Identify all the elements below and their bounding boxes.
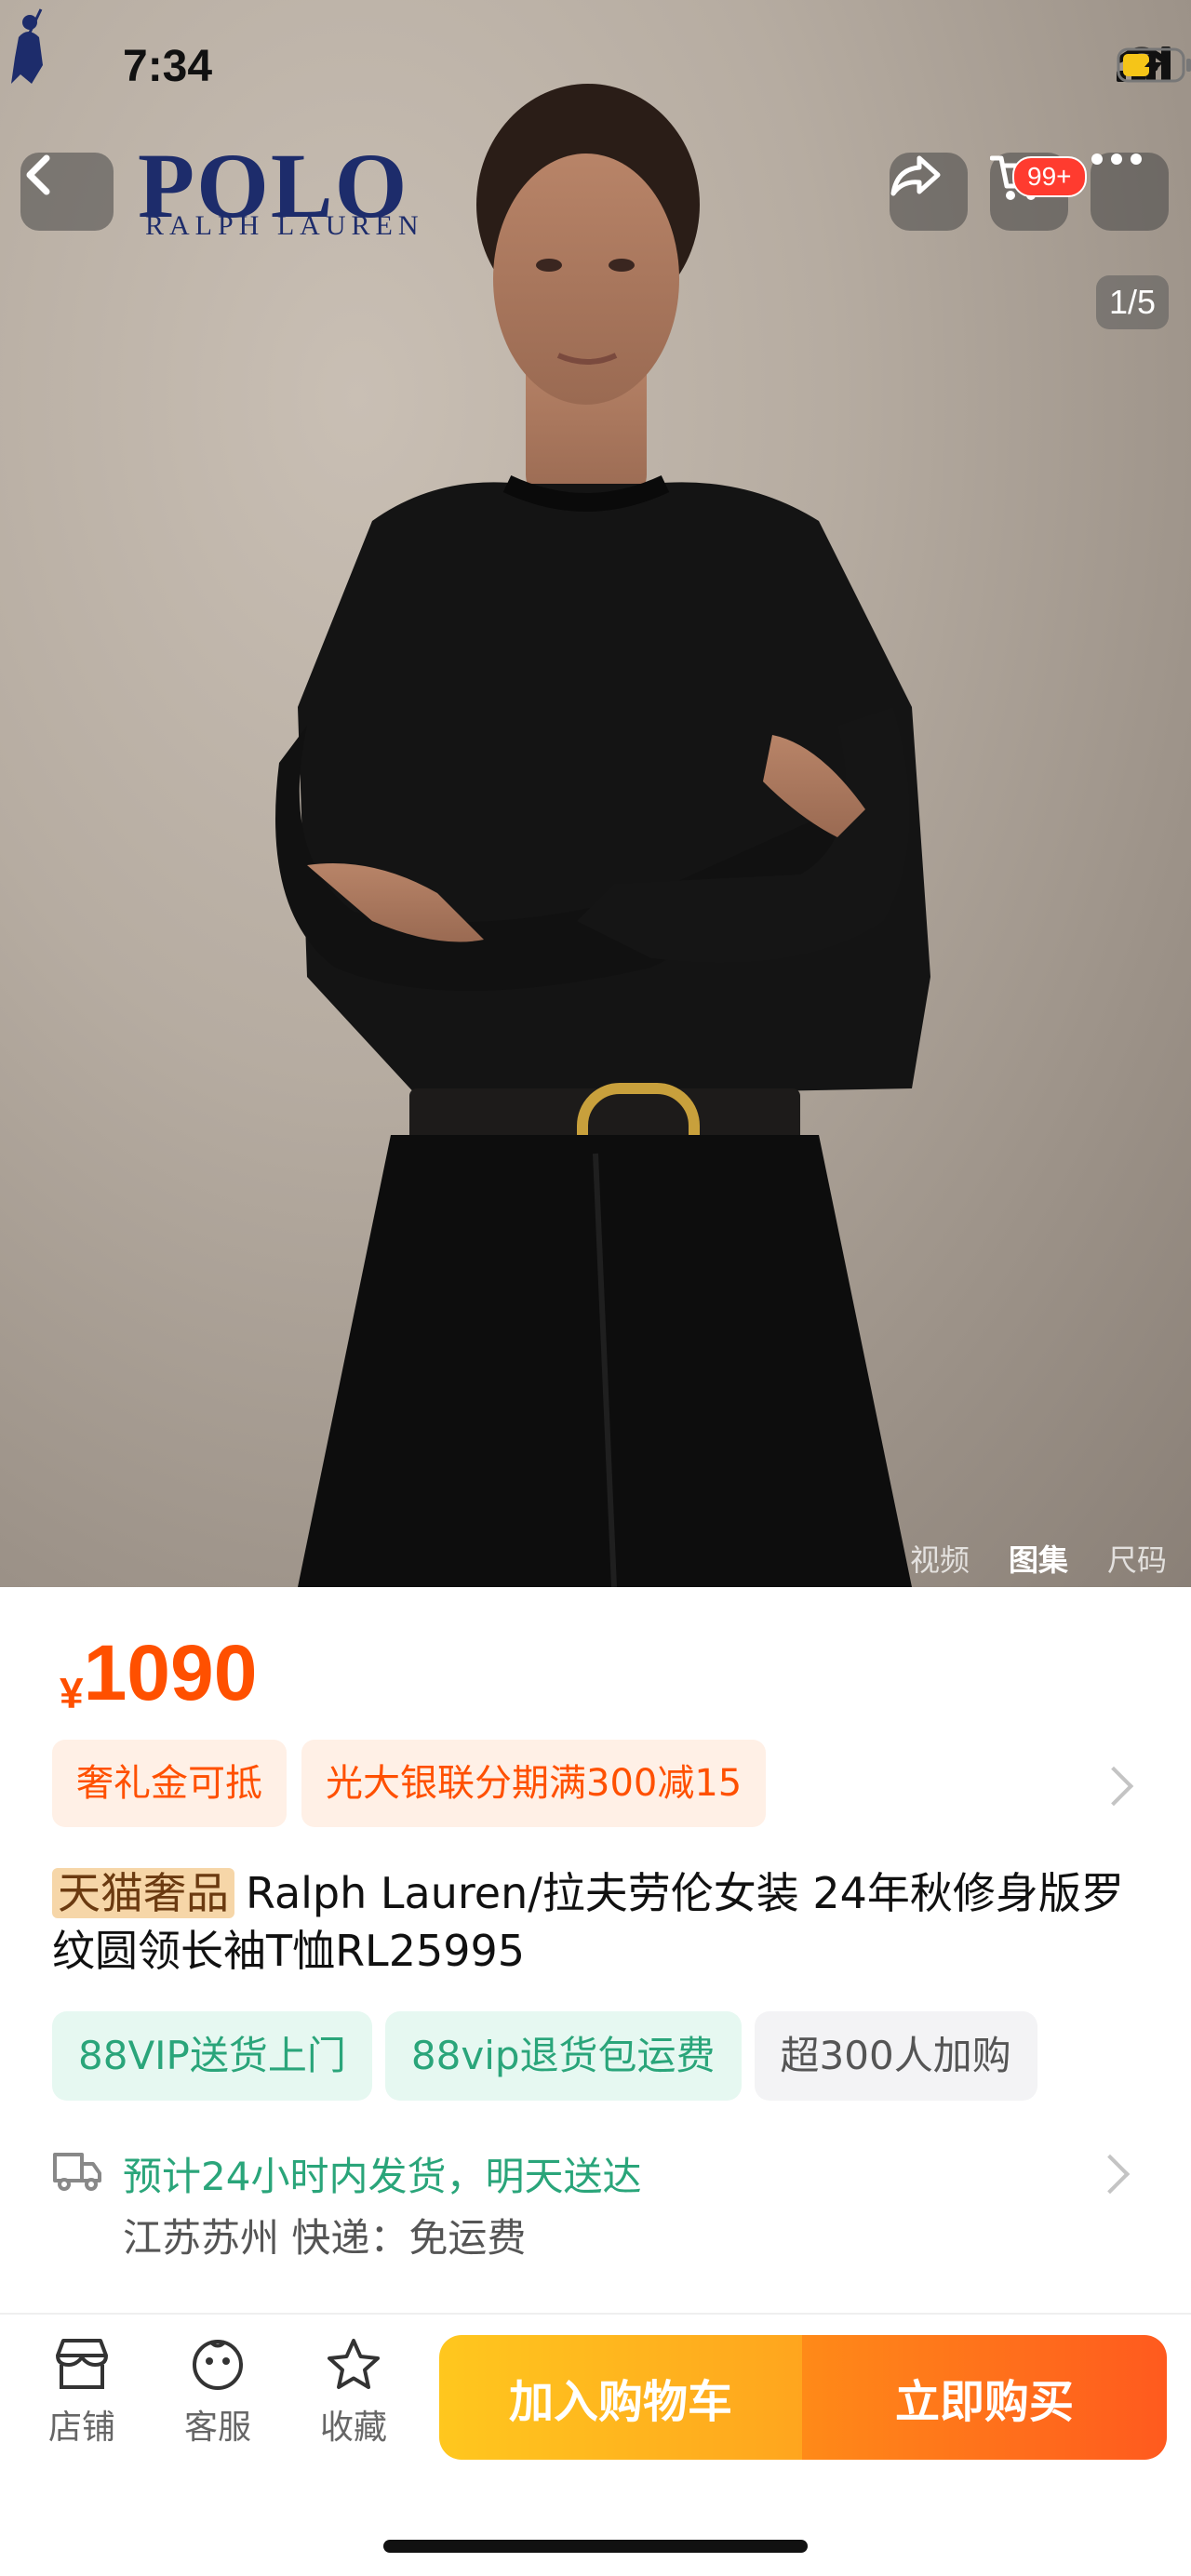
cart-count-badge: 99+: [1012, 156, 1087, 197]
store-button[interactable]: 店铺: [26, 2337, 138, 2449]
favorite-label: 收藏: [319, 2409, 387, 2447]
price-value: 1090: [83, 1629, 258, 1716]
more-icon: [1091, 153, 1142, 165]
image-counter: 1/5: [1096, 275, 1169, 329]
status-time: 7:34: [123, 42, 213, 91]
service-tags: 88VIP送货上门 88vip退货包运费 超300人加购: [52, 2011, 1037, 2101]
battery-icon: [1117, 47, 1191, 83]
tmall-luxury-badge: 天猫奢品: [52, 1868, 234, 1918]
promo-row[interactable]: 奢礼金可抵 光大银联分期满300减15: [52, 1740, 767, 1827]
shipping-chevron-icon: [1090, 2154, 1131, 2195]
price: ¥1090: [60, 1628, 257, 1718]
service-tag[interactable]: 88vip退货包运费: [384, 2011, 742, 2101]
promo-tag[interactable]: 光大银联分期满300减15: [301, 1740, 767, 1827]
favorite-button[interactable]: 收藏: [298, 2337, 409, 2449]
add-to-cart-button[interactable]: 加入购物车: [439, 2335, 802, 2460]
truck-icon: [53, 2153, 101, 2191]
product-title: 天猫奢品 Ralph Lauren/拉夫劳伦女装 24年秋修身版罗纹圆领长袖T恤R…: [52, 1864, 1141, 1980]
star-icon: [328, 2339, 380, 2389]
tab-size[interactable]: 尺码: [1107, 1537, 1167, 1580]
customer-service-button[interactable]: 客服: [162, 2337, 274, 2449]
back-button[interactable]: [20, 153, 114, 231]
delivery-estimate: 预计24小时内发货，明天送达: [123, 2154, 642, 2199]
tab-gallery[interactable]: 图集: [1009, 1537, 1068, 1580]
back-icon: [26, 154, 50, 195]
purchase-buttons: 加入购物车 立即购买: [439, 2335, 1167, 2460]
promo-tag[interactable]: 奢礼金可抵: [52, 1740, 287, 1827]
brand-logo-subtitle: RALPH LAUREN: [145, 210, 424, 241]
service-icon: [193, 2340, 243, 2390]
currency-symbol: ¥: [60, 1669, 84, 1717]
service-label: 客服: [183, 2409, 251, 2447]
status-bar: 7:34: [0, 0, 1191, 130]
media-tabs: 视频 图集 尺码: [910, 1537, 1167, 1580]
store-icon: [56, 2339, 108, 2389]
divider: [0, 2313, 1191, 2315]
store-label: 店铺: [47, 2409, 115, 2447]
service-tag[interactable]: 88VIP送货上门: [52, 2011, 372, 2101]
buy-now-button[interactable]: 立即购买: [802, 2335, 1167, 2460]
shipping-info[interactable]: 预计24小时内发货，明天送达 江苏苏州 快递：免运费: [52, 2140, 1141, 2270]
more-button[interactable]: [1091, 153, 1169, 231]
polo-player-logo-icon: [11, 8, 43, 84]
share-icon: [890, 155, 941, 196]
promo-chevron-icon[interactable]: [1093, 1766, 1134, 1807]
share-button[interactable]: [890, 153, 968, 231]
service-tag: 超300人加购: [754, 2011, 1037, 2101]
tab-video[interactable]: 视频: [910, 1537, 970, 1580]
shipping-origin: 江苏苏州 快递：免运费: [123, 2215, 527, 2261]
home-indicator[interactable]: [383, 2540, 808, 2553]
product-image[interactable]: 7:34 POLO RALPH LAUREN 99+ 1/5 视频 图集 尺码: [0, 0, 1191, 1587]
